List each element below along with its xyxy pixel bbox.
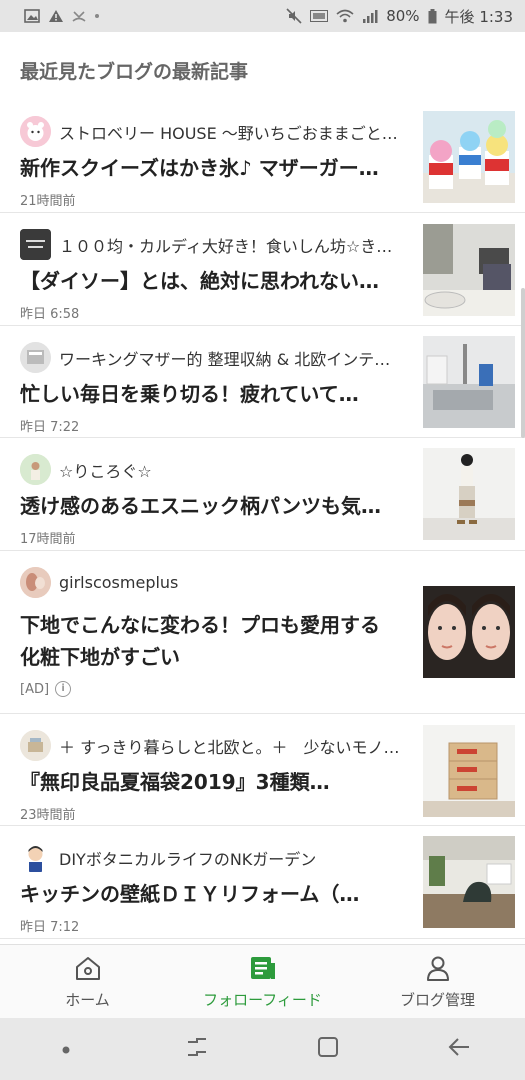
page-title: 最近見たブログの最新記事 [20,60,249,83]
post-time: 21時間前 [20,194,76,209]
info-icon[interactable]: i [55,681,72,697]
post-title[interactable]: 透け感のあるエスニック柄パンツも気… [20,492,408,520]
post-thumbnail[interactable] [423,111,515,203]
feed-icon [249,955,277,985]
ad-title[interactable]: 下地でこんなに変わる！プロも愛用する化粧下地がすごい [20,609,392,673]
battery-icon [428,7,437,25]
post-time: 昨日 7:12 [20,920,80,935]
ad-badge: [AD] [20,681,50,697]
warning-icon [48,7,64,25]
post-time: 17時間前 [20,532,76,547]
avatar [20,730,51,761]
person-icon [425,955,451,985]
back-button[interactable] [429,1029,489,1069]
post-time: 23時間前 [20,808,76,823]
avatar [20,842,51,873]
post-time: 昨日 6:58 [20,307,80,322]
list-item[interactable]: ＋ すっきり暮らしと北欧と。＋ 少ないモノ… 『無印良品夏福袋2019』3種類…… [0,714,525,826]
post-author: １００均・カルディ大好き！食いしん坊☆きら… [20,229,400,260]
tab-label: ホーム [65,990,110,1009]
missed-call-icon [72,7,86,25]
avatar [20,229,51,260]
bottom-tab-bar: ホーム フォローフィード ブログ管理 [0,944,525,1019]
avatar [20,567,51,598]
post-thumbnail[interactable] [423,336,515,428]
post-title[interactable]: 忙しい毎日を乗り切る！疲れていて… [20,380,408,408]
post-time: 昨日 7:22 [20,420,80,435]
list-item[interactable]: ストロベリー HOUSE 〜野いちごおままごと… 新作スクイーズはかき氷♪ マザ… [0,100,525,213]
dot-icon [61,1040,71,1059]
blog-name: ワーキングマザー的 整理収納 & 北欧インテリア [59,349,400,369]
avatar [20,116,51,147]
tab-home[interactable]: ホーム [0,945,175,1019]
clock: 午後 1:33 [444,7,513,26]
tab-label: ブログ管理 [399,990,475,1009]
status-bar: 80% 午後 1:33 [0,0,525,32]
blog-name: ストロベリー HOUSE 〜野いちごおままごと… [59,123,398,143]
mute-icon [286,7,302,25]
dot-icon [94,7,100,25]
post-author: ワーキングマザー的 整理収納 & 北欧インテリア [20,342,400,373]
post-title[interactable]: 新作スクイーズはかき氷♪ マザーガー… [20,154,408,182]
blog-name: １００均・カルディ大好き！食いしん坊☆きら… [59,236,400,256]
list-item[interactable]: DIYボタニカルライフのNKガーデン キッチンの壁紙ＤＩＹリフォーム（… 昨日 … [0,826,525,939]
post-author: ＋ すっきり暮らしと北欧と。＋ 少ないモノ… [20,730,400,761]
list-item[interactable]: １００均・カルディ大好き！食いしん坊☆きら… 【ダイソー】とは、絶対に思われない… [0,213,525,326]
post-thumbnail[interactable] [423,836,515,928]
post-title[interactable]: キッチンの壁紙ＤＩＹリフォーム（… [20,880,408,908]
ad-item[interactable]: girlscosmeplus 下地でこんなに変わる！プロも愛用する化粧下地がすご… [0,551,525,714]
back-arrow-icon [447,1037,471,1061]
blog-name: girlscosmeplus [59,573,179,592]
post-thumbnail[interactable] [423,725,515,817]
feed-list[interactable]: ストロベリー HOUSE 〜野いちごおままごと… 新作スクイーズはかき氷♪ マザ… [0,100,525,939]
tab-label: フォローフィード [203,990,322,1009]
avatar [20,342,51,373]
post-author: ☆りころぐ☆ [20,454,400,485]
wifi-icon [336,7,354,25]
home-icon [74,955,102,985]
list-item[interactable]: ☆りころぐ☆ 透け感のあるエスニック柄パンツも気… 17時間前 [0,438,525,551]
post-title[interactable]: 【ダイソー】とは、絶対に思われない… [20,267,408,295]
volte-icon [310,7,329,25]
tab-follow-feed[interactable]: フォローフィード [175,945,350,1019]
battery-percent: 80% [386,7,420,25]
avatar [20,454,51,485]
status-bar-right: 80% 午後 1:33 [286,6,513,27]
home-button[interactable] [298,1029,358,1069]
home-square-icon [317,1036,339,1062]
blog-name: ☆りころぐ☆ [59,461,152,481]
post-author: ストロベリー HOUSE 〜野いちごおままごと… [20,116,400,147]
recent-apps-button[interactable] [167,1029,227,1069]
scroll-indicator[interactable] [521,288,525,438]
blog-name: DIYボタニカルライフのNKガーデン [59,849,317,869]
list-item[interactable]: ワーキングマザー的 整理収納 & 北欧インテリア 忙しい毎日を乗り切る！疲れてい… [0,326,525,438]
ad-badge-row: [AD] i [20,681,72,697]
nav-dot-button[interactable] [36,1029,96,1069]
post-thumbnail[interactable] [423,448,515,540]
image-icon [24,7,40,25]
post-title[interactable]: 『無印良品夏福袋2019』3種類… [20,768,408,796]
blog-name: ＋ すっきり暮らしと北欧と。＋ 少ないモノ… [59,737,400,757]
system-nav-bar [0,1018,525,1080]
signal-icon [362,7,378,25]
status-bar-left [24,7,100,25]
post-author: girlscosmeplus [20,567,400,598]
post-thumbnail[interactable] [423,224,515,316]
post-author: DIYボタニカルライフのNKガーデン [20,842,400,873]
tab-blog-management[interactable]: ブログ管理 [350,945,525,1019]
recent-apps-icon [185,1036,209,1062]
ad-thumbnail[interactable] [423,586,515,678]
